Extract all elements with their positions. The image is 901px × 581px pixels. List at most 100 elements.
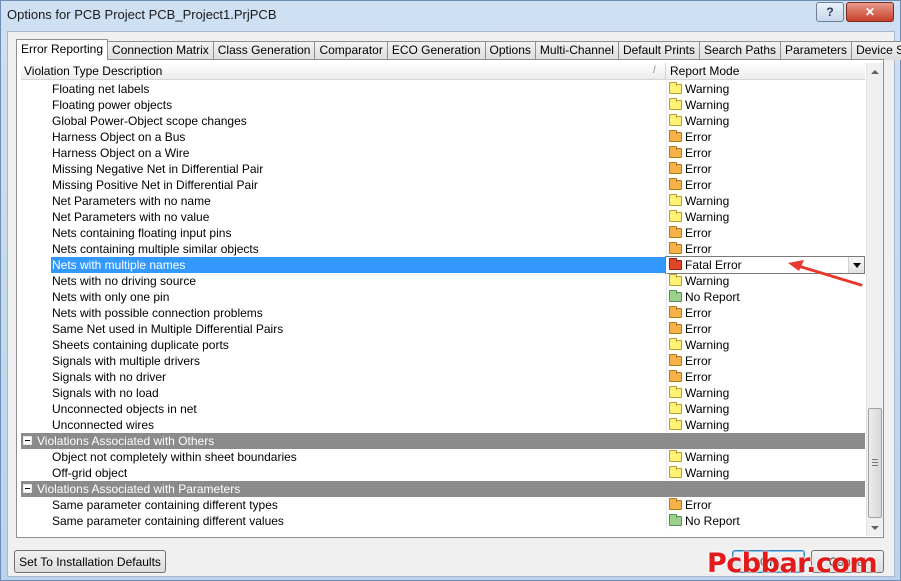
scroll-up-button[interactable]: [867, 63, 883, 80]
report-mode-cell[interactable]: Error: [667, 305, 865, 321]
scroll-thumb[interactable]: [868, 408, 882, 518]
report-mode-cell[interactable]: Warning: [667, 385, 865, 401]
report-mode-cell[interactable]: Error: [667, 177, 865, 193]
report-mode-cell[interactable]: Warning: [667, 449, 865, 465]
report-mode-cell[interactable]: Error: [667, 225, 865, 241]
report-mode-folder-icon: [669, 146, 682, 158]
report-mode-cell[interactable]: Warning: [667, 113, 865, 129]
scroll-down-button[interactable]: [867, 519, 883, 536]
table-row[interactable]: Nets with only one pin No Report: [21, 289, 865, 305]
report-mode-folder-icon: [669, 466, 682, 478]
table-row[interactable]: Signals with no load Warning: [21, 385, 865, 401]
report-mode-cell[interactable]: Warning: [667, 193, 865, 209]
table-row[interactable]: Signals with multiple drivers Error: [21, 353, 865, 369]
title-bar[interactable]: Options for PCB Project PCB_Project1.Prj…: [1, 1, 900, 31]
report-mode-label: Warning: [685, 274, 730, 288]
column-header-report-mode[interactable]: Report Mode: [667, 63, 865, 80]
report-mode-cell[interactable]: Error: [667, 353, 865, 369]
collapse-toggle-icon[interactable]: [23, 436, 32, 445]
group-header-label: Violations Associated with Others: [37, 434, 215, 448]
report-mode-cell[interactable]: Warning: [667, 337, 865, 353]
dialog-client-area: Error Reporting Connection Matrix Class Ge…: [7, 31, 901, 577]
violation-description: Net Parameters with no value: [52, 210, 210, 224]
table-row[interactable]: Sheets containing duplicate ports Warning: [21, 337, 865, 353]
table-row[interactable]: Harness Object on a Wire Error: [21, 145, 865, 161]
report-mode-folder-icon: [669, 258, 682, 270]
report-mode-cell[interactable]: No Report: [667, 513, 865, 529]
report-mode-label: Error: [685, 162, 712, 176]
report-mode-cell[interactable]: Error: [667, 369, 865, 385]
table-row[interactable]: Signals with no driver Error: [21, 369, 865, 385]
tab-error-reporting[interactable]: Error Reporting: [16, 39, 109, 60]
column-header-description[interactable]: Violation Type Description /: [21, 63, 666, 80]
report-mode-label: Error: [685, 146, 712, 160]
grid-header: Violation Type Description / Report Mode: [21, 63, 865, 80]
close-button[interactable]: ✕: [846, 2, 894, 22]
tab-default-prints[interactable]: Default Prints: [617, 41, 700, 60]
tab-device-sheets[interactable]: Device Sheets: [851, 41, 901, 60]
tab-eco-generation[interactable]: ECO Generation: [386, 41, 486, 60]
report-mode-cell[interactable]: Error: [667, 241, 865, 257]
table-row[interactable]: Same Net used in Multiple Differential P…: [21, 321, 865, 337]
violation-description: Nets with only one pin: [52, 290, 170, 304]
report-mode-cell[interactable]: Warning: [667, 401, 865, 417]
table-row[interactable]: Nets with no driving source Warning: [21, 273, 865, 289]
report-mode-folder-icon: [669, 194, 682, 206]
report-mode-folder-icon: [669, 290, 682, 302]
vertical-scrollbar[interactable]: [866, 63, 883, 536]
table-row[interactable]: Unconnected objects in net Warning: [21, 401, 865, 417]
violation-description: Nets with no driving source: [52, 274, 197, 288]
report-mode-folder-icon: [669, 370, 682, 382]
table-row[interactable]: Off-grid object Warning: [21, 465, 865, 481]
tab-search-paths[interactable]: Search Paths: [698, 41, 782, 60]
table-row[interactable]: Floating power objects Warning: [21, 97, 865, 113]
table-row[interactable]: Missing Negative Net in Differential Pai…: [21, 161, 865, 177]
tab-class-generation[interactable]: Class Generation: [212, 41, 316, 60]
report-mode-cell[interactable]: Error: [667, 497, 865, 513]
report-mode-folder-icon: [669, 210, 682, 222]
table-row[interactable]: Unconnected wires Warning: [21, 417, 865, 433]
collapse-toggle-icon[interactable]: [23, 484, 32, 493]
report-mode-folder-icon: [669, 114, 682, 126]
tab-options[interactable]: Options: [484, 41, 536, 60]
report-mode-cell[interactable]: Warning: [667, 97, 865, 113]
report-mode-cell[interactable]: Error: [667, 161, 865, 177]
report-mode-label: Warning: [685, 386, 730, 400]
report-mode-cell[interactable]: Warning: [667, 465, 865, 481]
tab-connection-matrix[interactable]: Connection Matrix: [107, 41, 214, 60]
table-row[interactable]: Nets with possible connection problems Er…: [21, 305, 865, 321]
report-mode-cell[interactable]: Error: [667, 129, 865, 145]
report-mode-label: Error: [685, 354, 712, 368]
table-row[interactable]: Global Power-Object scope changes Warning: [21, 113, 865, 129]
table-row[interactable]: Net Parameters with no value Warning: [21, 209, 865, 225]
tab-multi-channel[interactable]: Multi-Channel: [534, 41, 619, 60]
report-mode-cell[interactable]: No Report: [667, 289, 865, 305]
table-row[interactable]: Object not completely within sheet bound…: [21, 449, 865, 465]
table-row[interactable]: Nets containing multiple similar objects…: [21, 241, 865, 257]
report-mode-folder-icon: [669, 98, 682, 110]
table-row-selected[interactable]: Nets with multiple names Fatal Error: [21, 256, 865, 274]
tab-comparator[interactable]: Comparator: [314, 41, 388, 60]
violation-description: Missing Negative Net in Differential Pai…: [52, 162, 264, 176]
violation-description: Nets with possible connection problems: [52, 306, 263, 320]
table-row[interactable]: Same parameter containing different type…: [21, 497, 865, 513]
group-header-row[interactable]: Violations Associated with Parameters: [21, 481, 865, 497]
table-row[interactable]: Net Parameters with no name Warning: [21, 193, 865, 209]
violation-description: Unconnected objects in net: [52, 402, 197, 416]
report-mode-cell[interactable]: Error: [667, 321, 865, 337]
table-row[interactable]: Floating net labels Warning: [21, 81, 865, 97]
group-header-row[interactable]: Violations Associated with Others: [21, 433, 865, 449]
report-mode-folder-icon: [669, 418, 682, 430]
report-mode-cell[interactable]: Error: [667, 145, 865, 161]
report-mode-cell[interactable]: Warning: [667, 417, 865, 433]
table-row[interactable]: Missing Positive Net in Differential Pai…: [21, 177, 865, 193]
scroll-up-arrow-icon: [871, 69, 879, 74]
tab-parameters[interactable]: Parameters: [780, 41, 853, 60]
help-button[interactable]: ?: [816, 2, 844, 22]
report-mode-cell[interactable]: Warning: [667, 209, 865, 225]
table-row[interactable]: Nets containing floating input pins Error: [21, 225, 865, 241]
set-installation-defaults-button[interactable]: Set To Installation Defaults: [14, 550, 166, 573]
report-mode-cell[interactable]: Warning: [667, 81, 865, 97]
table-row[interactable]: Harness Object on a Bus Error: [21, 129, 865, 145]
table-row[interactable]: Same parameter containing different valu…: [21, 513, 865, 529]
